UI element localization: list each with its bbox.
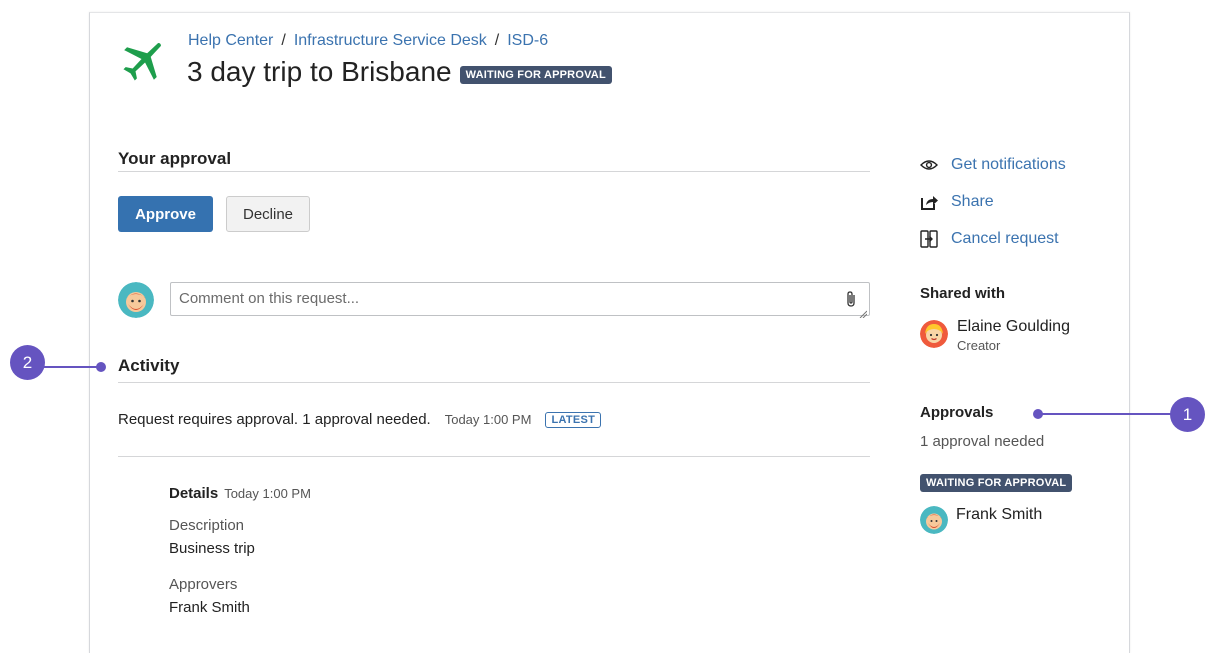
activity-text: Request requires approval. 1 approval ne… — [118, 411, 431, 428]
divider — [118, 171, 870, 172]
field-label-description: Description — [169, 517, 245, 534]
callout-pointer-dot — [96, 362, 106, 372]
your-approval-heading: Your approval — [118, 149, 232, 168]
details-entry: Details Today 1:00 PM — [169, 485, 311, 502]
field-value-approvers: Frank Smith — [169, 599, 250, 616]
avatar — [920, 320, 948, 348]
breadcrumb-separator: / — [281, 32, 286, 49]
callout-line — [44, 366, 100, 368]
callout-marker-1: 1 — [1170, 397, 1205, 432]
person-role: Creator — [957, 338, 1001, 353]
avatar — [118, 282, 154, 318]
details-timestamp: Today 1:00 PM — [224, 486, 311, 501]
shared-with-person: Elaine Goulding Creator — [920, 318, 1070, 353]
get-notifications-label: Get notifications — [951, 156, 1066, 173]
airplane-icon — [120, 36, 168, 84]
callout-line — [1038, 413, 1174, 415]
share-link[interactable]: Share — [920, 193, 994, 211]
status-badge: WAITING FOR APPROVAL — [459, 66, 612, 84]
get-notifications-link[interactable]: Get notifications — [920, 156, 1066, 174]
cancel-request-icon — [920, 230, 938, 248]
comment-input[interactable] — [171, 283, 827, 313]
approve-button[interactable]: Approve — [118, 196, 213, 232]
approver-person: Frank Smith — [920, 506, 1042, 534]
paperclip-icon[interactable] — [845, 290, 857, 312]
breadcrumb-service-desk[interactable]: Infrastructure Service Desk — [294, 32, 487, 49]
share-icon — [920, 193, 938, 211]
eye-icon — [920, 156, 938, 174]
activity-heading: Activity — [118, 356, 180, 375]
resize-handle-icon[interactable] — [859, 305, 868, 319]
activity-entry-latest: Request requires approval. 1 approval ne… — [118, 411, 602, 428]
title-row: 3 day trip to Brisbane WAITING FOR APPRO… — [187, 56, 612, 88]
decline-button[interactable]: Decline — [226, 196, 310, 232]
breadcrumb-help-center[interactable]: Help Center — [188, 32, 273, 49]
breadcrumb: Help Center / Infrastructure Service Desk /… — [188, 32, 548, 50]
avatar — [920, 506, 948, 534]
cancel-request-label: Cancel request — [951, 230, 1059, 247]
person-name: Elaine Goulding — [957, 318, 1070, 335]
latest-badge: LATEST — [545, 411, 602, 428]
comment-field[interactable] — [170, 282, 870, 319]
field-value-description: Business trip — [169, 540, 255, 557]
approvals-needed: 1 approval needed — [920, 433, 1045, 450]
breadcrumb-issue-key[interactable]: ISD-6 — [507, 32, 548, 49]
details-label: Details — [169, 485, 219, 502]
share-label: Share — [951, 193, 994, 210]
approvals-heading: Approvals — [920, 404, 994, 421]
approver-name: Frank Smith — [956, 506, 1043, 523]
divider — [118, 456, 870, 457]
field-label-approvers: Approvers — [169, 576, 238, 593]
divider — [118, 382, 870, 383]
approvals-status-badge: WAITING FOR APPROVAL — [920, 474, 1073, 492]
activity-timestamp: Today 1:00 PM — [444, 412, 532, 427]
breadcrumb-separator: / — [494, 32, 500, 49]
page-title: 3 day trip to Brisbane — [187, 56, 452, 87]
callout-marker-2: 2 — [10, 345, 45, 380]
shared-with-heading: Shared with — [920, 285, 1006, 302]
cancel-request-link[interactable]: Cancel request — [920, 230, 1059, 248]
approvals-status: WAITING FOR APPROVAL — [920, 473, 1073, 492]
